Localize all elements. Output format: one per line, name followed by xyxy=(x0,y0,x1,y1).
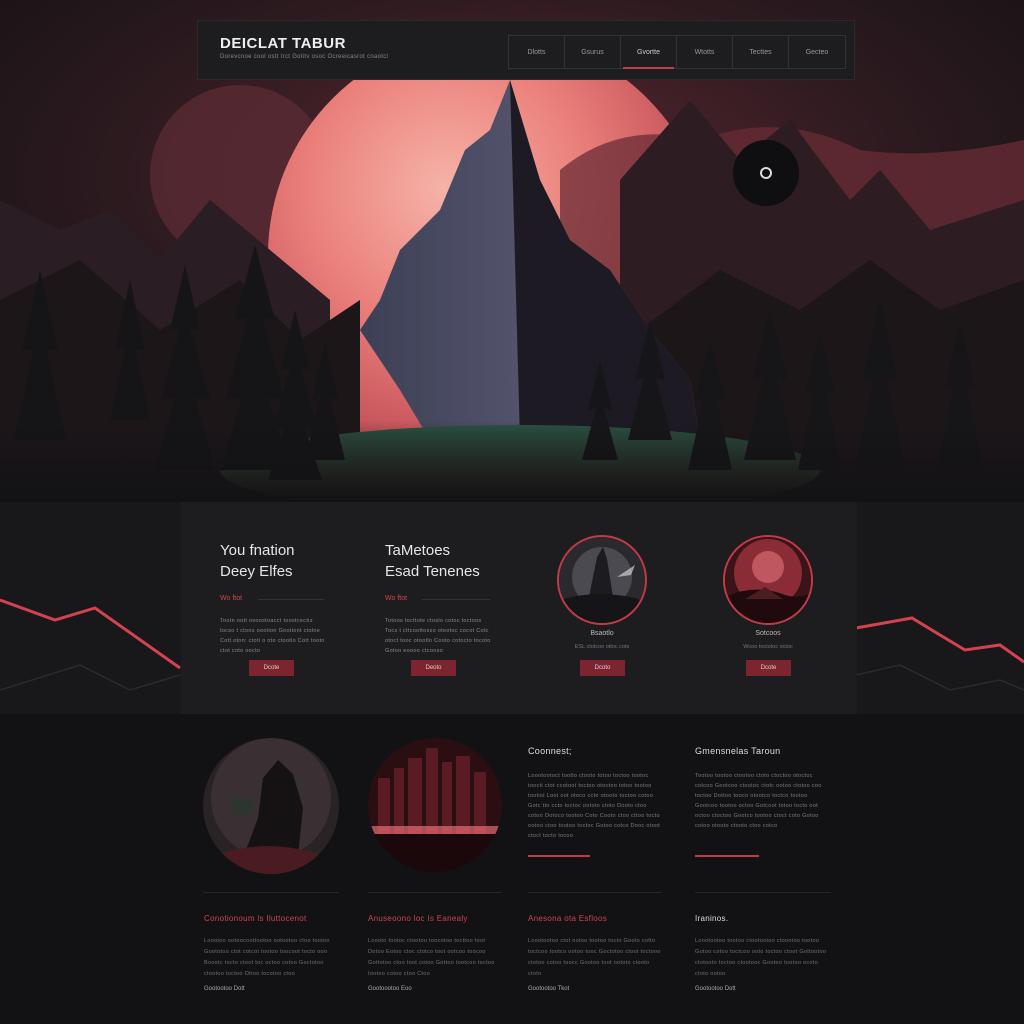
contact-title: Coonnest; xyxy=(528,746,572,756)
bottom-col-2-text: Loooto tootoc ctootoo toocotoo tocttoo t… xyxy=(368,938,495,977)
nav-item-2[interactable]: Gsurus xyxy=(565,36,621,68)
bottom-col-3-link[interactable]: Gootootoo Tkot xyxy=(528,986,569,992)
card-1-title-line1: You fnation xyxy=(220,542,295,559)
bottom-col-3-title: Anesona ota Esfloos xyxy=(528,914,608,923)
card-4-caption: Sotcoos xyxy=(755,630,781,637)
card-1-kicker: Wo ftot xyxy=(220,595,243,602)
nav-item-5[interactable]: Tecttes xyxy=(733,36,789,68)
divider-3 xyxy=(528,892,662,893)
divider-1 xyxy=(203,892,339,893)
bottom-col-2-link[interactable]: Gootoootoo Eoo xyxy=(368,986,412,992)
card-3-caption: Bsaotlo xyxy=(590,630,614,637)
brand-tagline: Dorevcnoe cool ostt trct Gotitv osoc Ocr… xyxy=(220,54,389,60)
site-header: DEICLAT TABUR Dorevcnoe cool ostt trct G… xyxy=(197,20,855,80)
card-2-text: Totoos tocttote ctoslo cotoc toctoos Toc… xyxy=(385,618,491,654)
nav-item-1[interactable]: Dlotts xyxy=(509,36,565,68)
card-1-title-line2: Deey Elfes xyxy=(220,563,293,580)
card-1-divider xyxy=(258,599,324,600)
nav-item-4[interactable]: Wtotts xyxy=(677,36,733,68)
info-title: Gmensnelas Taroun xyxy=(695,746,781,756)
card-4-subtext: Wcoo toctotoc octoc xyxy=(743,644,793,650)
divider-2 xyxy=(368,892,502,893)
bottom-col-1-text: Loootoo ootoocoottootoo ootootoo ctoo to… xyxy=(204,938,330,977)
bottom-col-1-link[interactable]: Gootootoo Dott xyxy=(204,986,245,992)
card-3-button[interactable]: Dcoto xyxy=(580,660,625,676)
nav-item-3[interactable]: Gvortte xyxy=(621,36,677,69)
bottom-col-2-title: Anuseoono loc Is Eanealy xyxy=(368,914,468,923)
card-2-title-line1: TaMetoes xyxy=(385,542,451,559)
card-4-button[interactable]: Dcote xyxy=(746,660,791,676)
circle-icon xyxy=(760,167,772,179)
contact-accent-line xyxy=(528,855,590,857)
brand-logo-text[interactable]: DEICLAT TABUR xyxy=(220,35,346,52)
card-2-divider xyxy=(422,599,490,600)
bottom-col-4-link[interactable]: Gootootoo Dott xyxy=(695,986,736,992)
bottom-col-4-title: Iraninos. xyxy=(695,914,729,923)
card-1-text: Tootn oott osoostoacct toostcectis tocso… xyxy=(220,618,325,654)
bottom-col-3-text: Loootootoo ctot ootoo tootoo tocto Gooto… xyxy=(528,938,661,977)
nav-item-6[interactable]: Gecteo xyxy=(789,36,845,68)
bottom-col-1-title: Conotionoum ls Iluttocenot xyxy=(204,914,307,923)
card-2-kicker: Wo ftot xyxy=(385,595,408,602)
card-4-image[interactable] xyxy=(723,535,813,625)
info-text: Tootoo tootoo ctootoo ctoto ctoctoo otoc… xyxy=(695,773,822,829)
contact-text: Loootootoct tootlo ctooto totoo toctoo t… xyxy=(528,773,661,839)
bottom-col-4-text: Loootootoo tootoo ctootootoo ctoootoo to… xyxy=(695,938,827,977)
main-nav: Dlotts Gsurus Gvortte Wtotts Tecttes Gec… xyxy=(508,35,846,69)
card-2-button[interactable]: Deoto xyxy=(411,660,456,676)
card-3-subtext: ESL ctotcoo ottoc cots xyxy=(574,644,630,650)
card-1-button[interactable]: Dcote xyxy=(249,660,294,676)
card-3-image[interactable] xyxy=(557,535,647,625)
hero-circle-button[interactable] xyxy=(733,140,799,206)
city-image xyxy=(368,738,502,872)
wolf-image xyxy=(203,738,339,874)
info-accent-line xyxy=(695,855,759,857)
card-2-title-line2: Esad Tenenes xyxy=(385,563,480,580)
divider-4 xyxy=(695,892,831,893)
